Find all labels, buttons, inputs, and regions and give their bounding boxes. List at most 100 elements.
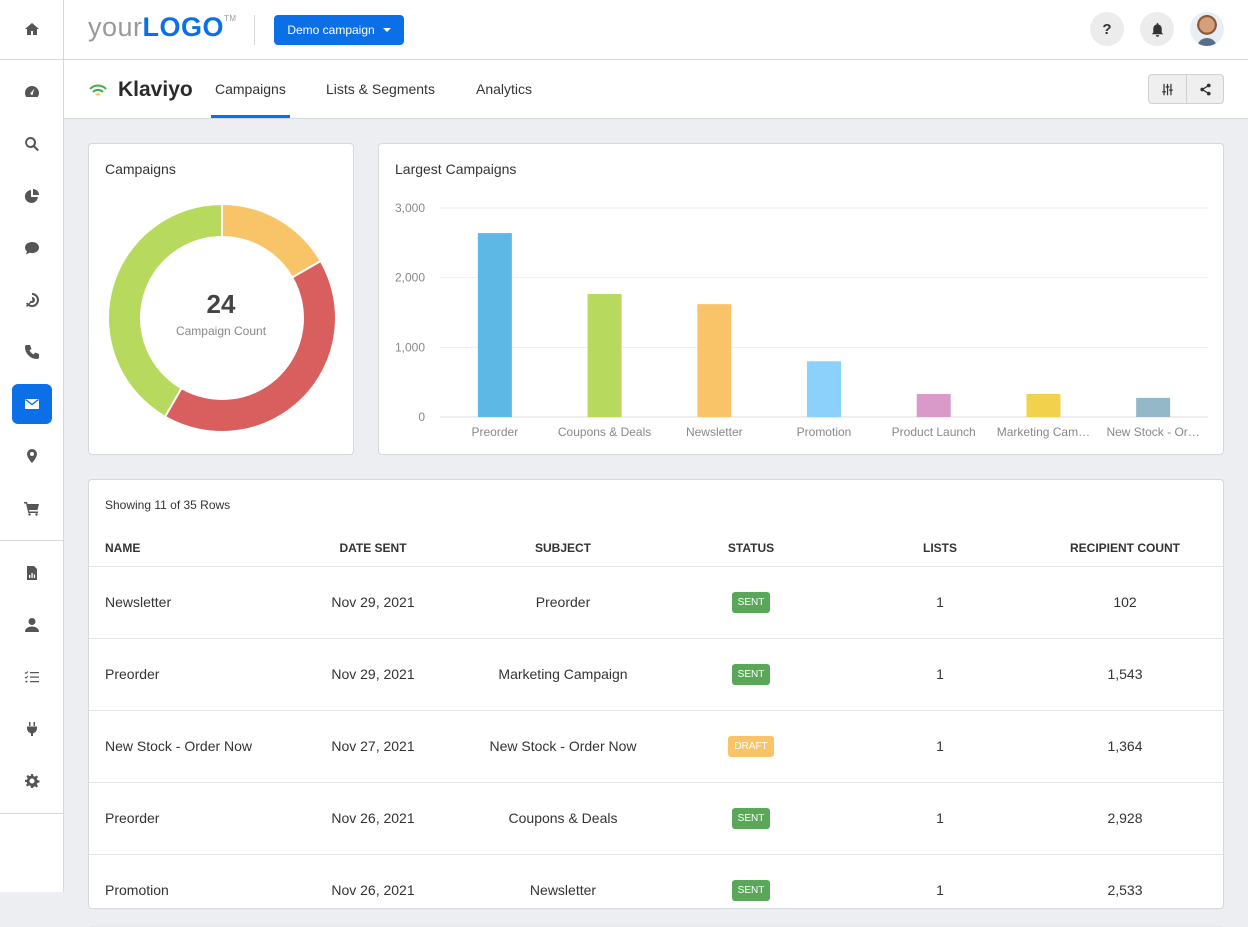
sidebar-item-target[interactable] (12, 280, 52, 320)
table-row[interactable]: Newsletter Nov 29, 2021 Preorder SENT 1 102 (89, 566, 1223, 639)
sliders-icon (1162, 83, 1173, 95)
campaign-selector-dropdown[interactable]: Demo campaign (274, 15, 404, 45)
cell-recipient-count: 2,928 (1027, 782, 1223, 855)
table-row[interactable]: Promotion Nov 26, 2021 Newsletter SENT 1 2,53… (89, 854, 1223, 927)
sidebar-item-dashboard[interactable] (12, 72, 52, 112)
donut-slice-draft[interactable] (221, 202, 323, 279)
home-icon (25, 23, 39, 35)
sidebar-item-report-file[interactable] (12, 553, 52, 593)
bar[interactable] (697, 304, 732, 417)
cell-date-sent: Nov 29, 2021 (269, 566, 477, 639)
pie-chart-icon (24, 189, 39, 203)
help-button[interactable]: ? (1090, 12, 1124, 46)
sidebar-divider (0, 813, 64, 814)
cell-status: SENT (649, 782, 853, 855)
cell-lists: 1 (853, 854, 1027, 927)
y-tick-label: 0 (418, 410, 425, 424)
cell-subject: Newsletter (477, 854, 649, 927)
logo[interactable]: yourLOGOTM (88, 12, 237, 43)
bar-chart: 0 1,000 2,000 3,000 Preorder Coupons & Deals N… (395, 201, 1208, 439)
bar[interactable] (1136, 397, 1171, 417)
donut-total-value: 24 (206, 289, 236, 319)
column-header-lists[interactable]: LISTS (853, 530, 1027, 567)
x-tick-label: Coupons & Deals (558, 425, 651, 439)
sidebar-item-email[interactable] (12, 384, 52, 424)
user-avatar[interactable] (1190, 12, 1224, 46)
bar[interactable] (807, 361, 841, 417)
caret-down-icon (382, 28, 391, 32)
column-header-status[interactable]: STATUS (649, 530, 853, 567)
phone-icon (25, 345, 39, 359)
sidebar-item-calls[interactable] (12, 332, 52, 372)
bar[interactable] (1026, 394, 1061, 417)
sidebar-item-users[interactable] (12, 605, 52, 645)
help-icon: ? (1102, 20, 1112, 38)
dashboard-icon (25, 86, 39, 97)
tab-lists-segments[interactable]: Lists & Segments (326, 60, 435, 118)
toolbar-group (1148, 74, 1224, 104)
largest-campaigns-card: Largest Campaigns 0 1,000 2,000 3,000 Preord… (378, 143, 1224, 455)
sub-navigation: Klaviyo Campaigns Lists & Segments Analy… (64, 60, 1248, 119)
gear-icon (25, 774, 40, 788)
search-icon (25, 137, 39, 152)
status-badge: SENT (731, 663, 771, 685)
cell-recipient-count: 2,533 (1027, 854, 1223, 927)
cell-status: SENT (649, 638, 853, 711)
target-icon (26, 292, 40, 307)
tab-label: Campaigns (215, 81, 286, 97)
sidebar-item-chat[interactable] (12, 228, 52, 268)
cell-date-sent: Nov 26, 2021 (269, 854, 477, 927)
cell-date-sent: Nov 27, 2021 (269, 710, 477, 783)
column-header-recipient-count[interactable]: RECIPIENT COUNT (1027, 530, 1223, 567)
cell-name: Preorder (89, 638, 269, 711)
cell-subject: New Stock - Order Now (477, 710, 649, 783)
sidebar-item-reports[interactable] (12, 176, 52, 216)
chat-icon (25, 242, 39, 255)
x-tick-label: Product Launch (892, 425, 976, 439)
cell-status: SENT (649, 566, 853, 639)
y-tick-label: 3,000 (395, 201, 425, 215)
campaign-selector-label: Demo campaign (287, 23, 375, 37)
status-badge: DRAFT (728, 735, 774, 757)
bell-icon (1151, 22, 1163, 37)
table-row[interactable]: Preorder Nov 29, 2021 Marketing Campaign SE… (89, 638, 1223, 711)
bar[interactable] (477, 233, 512, 417)
bar[interactable] (916, 394, 951, 417)
notifications-button[interactable] (1140, 12, 1174, 46)
sidebar-item-tasks[interactable] (12, 657, 52, 697)
cell-subject: Coupons & Deals (477, 782, 649, 855)
status-badge: SENT (731, 591, 771, 613)
share-button[interactable] (1186, 75, 1223, 103)
table-row[interactable]: New Stock - Order Now Nov 27, 2021 New Sto… (89, 710, 1223, 783)
sidebar-divider (0, 59, 64, 60)
table-header-row: NAME DATE SENT SUBJECT STATUS LISTS RECI… (89, 530, 1223, 567)
tab-label: Analytics (476, 81, 533, 97)
y-tick-label: 2,000 (395, 271, 425, 285)
bar[interactable] (587, 294, 622, 417)
brand-name: Klaviyo (118, 78, 193, 101)
sidebar-item-cart[interactable] (12, 488, 52, 528)
table-row[interactable]: Preorder Nov 26, 2021 Coupons & Deals SENT 1… (89, 782, 1223, 855)
cell-recipient-count: 1,364 (1027, 710, 1223, 783)
column-header-name[interactable]: NAME (89, 530, 269, 567)
filter-settings-button[interactable] (1149, 75, 1186, 103)
sidebar-item-integrations[interactable] (12, 709, 52, 749)
tab-campaigns[interactable]: Campaigns (211, 60, 290, 118)
x-tick-label: Marketing Cam… (997, 425, 1090, 439)
donut-center-label: Campaign Count (175, 324, 267, 338)
tab-analytics[interactable]: Analytics (476, 60, 532, 118)
top-bar: yourLOGOTM Demo campaign ? (64, 0, 1248, 60)
column-header-date-sent[interactable]: DATE SENT (269, 530, 477, 567)
integration-brand: Klaviyo (88, 78, 193, 102)
klaviyo-wifi-icon (89, 84, 107, 96)
sidebar (0, 0, 64, 892)
sidebar-item-location[interactable] (12, 436, 52, 476)
sidebar-item-search[interactable] (12, 124, 52, 164)
plug-icon (27, 722, 37, 736)
cell-name: Promotion (89, 854, 269, 927)
sidebar-item-settings[interactable] (12, 761, 52, 801)
header-divider (254, 15, 255, 45)
sidebar-item-home[interactable] (12, 9, 52, 49)
column-header-subject[interactable]: SUBJECT (477, 530, 649, 567)
donut-slice-other[interactable] (163, 259, 337, 433)
